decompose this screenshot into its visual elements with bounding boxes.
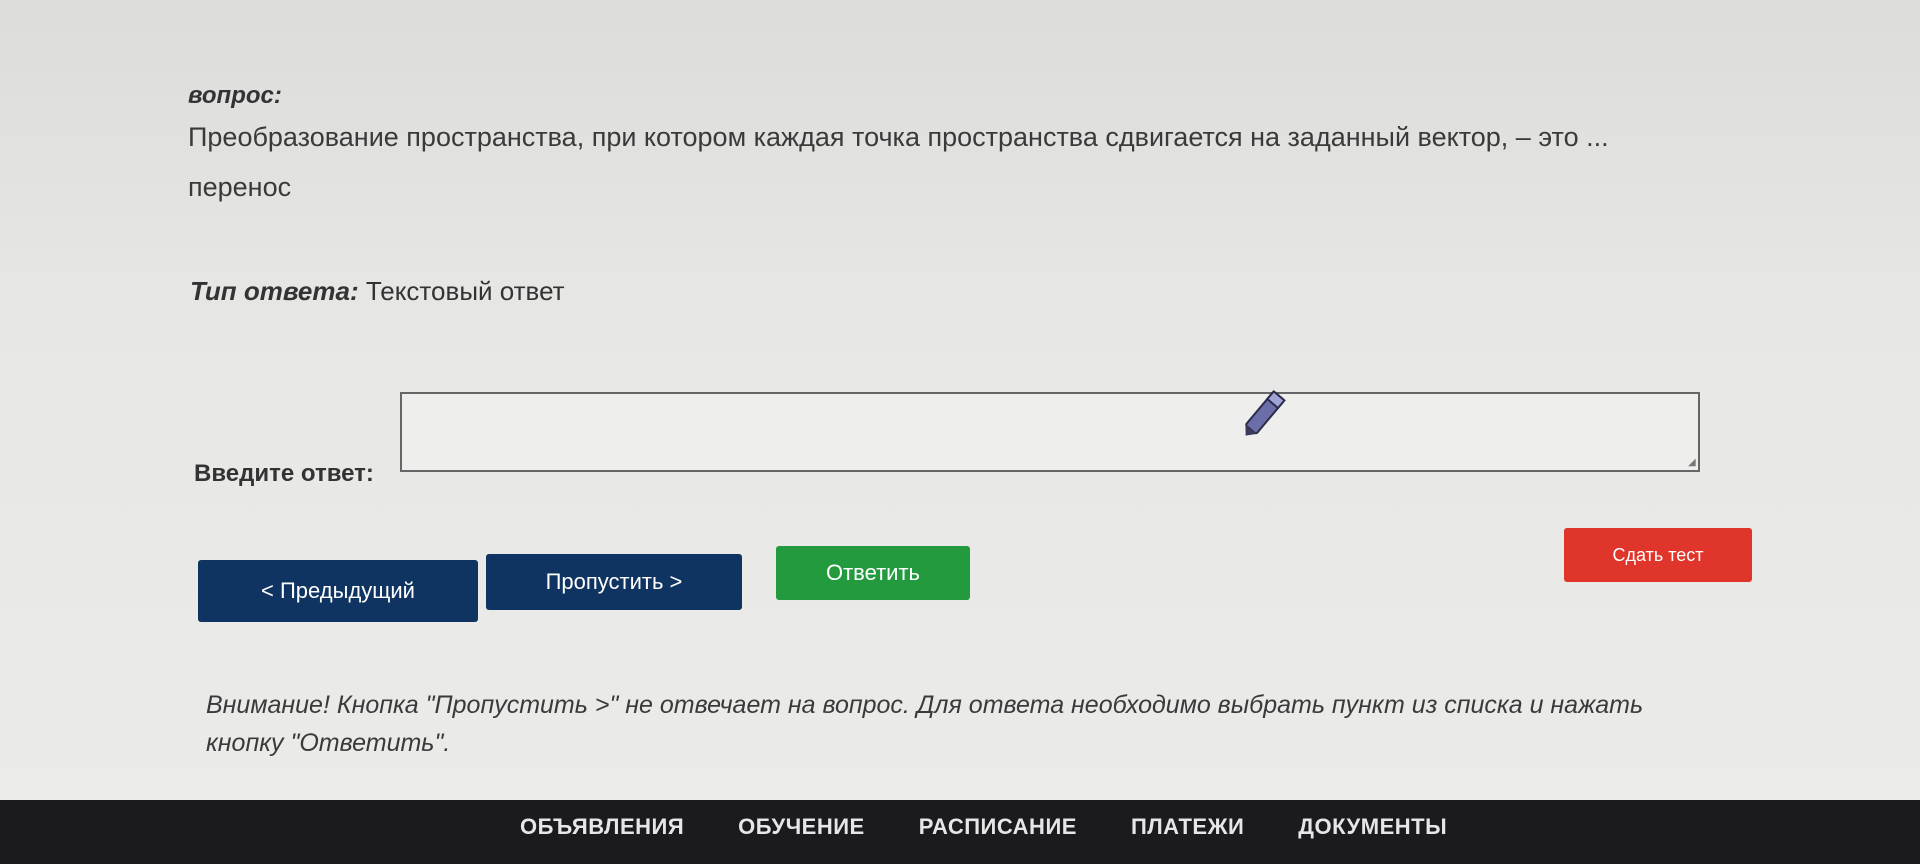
footer-link-education[interactable]: ОБУЧЕНИЕ bbox=[738, 814, 865, 840]
footer-nav: ОБЪЯВЛЕНИЯ ОБУЧЕНИЕ РАСПИСАНИЕ ПЛАТЕЖИ Д… bbox=[520, 814, 1447, 840]
answer-type-value: Текстовый ответ bbox=[365, 276, 565, 306]
question-text: Преобразование пространства, при котором… bbox=[188, 122, 1609, 152]
submit-test-button[interactable]: Сдать тест bbox=[1564, 528, 1752, 582]
previous-button[interactable]: < Предыдущий bbox=[198, 560, 478, 622]
test-content: вопрос: Преобразование пространства, при… bbox=[0, 0, 1920, 800]
skip-button[interactable]: Пропустить > bbox=[486, 554, 742, 610]
answer-button[interactable]: Ответить bbox=[776, 546, 970, 600]
footer-link-documents[interactable]: ДОКУМЕНТЫ bbox=[1298, 814, 1447, 840]
question-hint: перенос bbox=[188, 172, 292, 202]
skip-notice: Внимание! Кнопка "Пропустить >" не отвеч… bbox=[206, 691, 1644, 757]
page: вопрос: Преобразование пространства, при… bbox=[0, 0, 1920, 864]
answer-row: Введите ответ: ◢ bbox=[194, 392, 1714, 487]
question-label: вопрос: bbox=[188, 82, 282, 109]
footer-link-schedule[interactable]: РАСПИСАНИЕ bbox=[919, 814, 1077, 840]
answer-input-label: Введите ответ: bbox=[194, 460, 374, 487]
resize-grip-icon[interactable]: ◢ bbox=[1688, 458, 1698, 468]
footer-link-payments[interactable]: ПЛАТЕЖИ bbox=[1131, 814, 1244, 840]
footer-link-announcements[interactable]: ОБЪЯВЛЕНИЯ bbox=[520, 814, 684, 840]
answer-type-row: Тип ответа: Текстовый ответ bbox=[190, 276, 565, 307]
answer-type-label: Тип ответа: bbox=[190, 276, 359, 306]
footer: ОБЪЯВЛЕНИЯ ОБУЧЕНИЕ РАСПИСАНИЕ ПЛАТЕЖИ Д… bbox=[0, 800, 1920, 864]
answer-input[interactable] bbox=[400, 392, 1700, 472]
pencil-cursor-icon bbox=[1245, 389, 1286, 436]
